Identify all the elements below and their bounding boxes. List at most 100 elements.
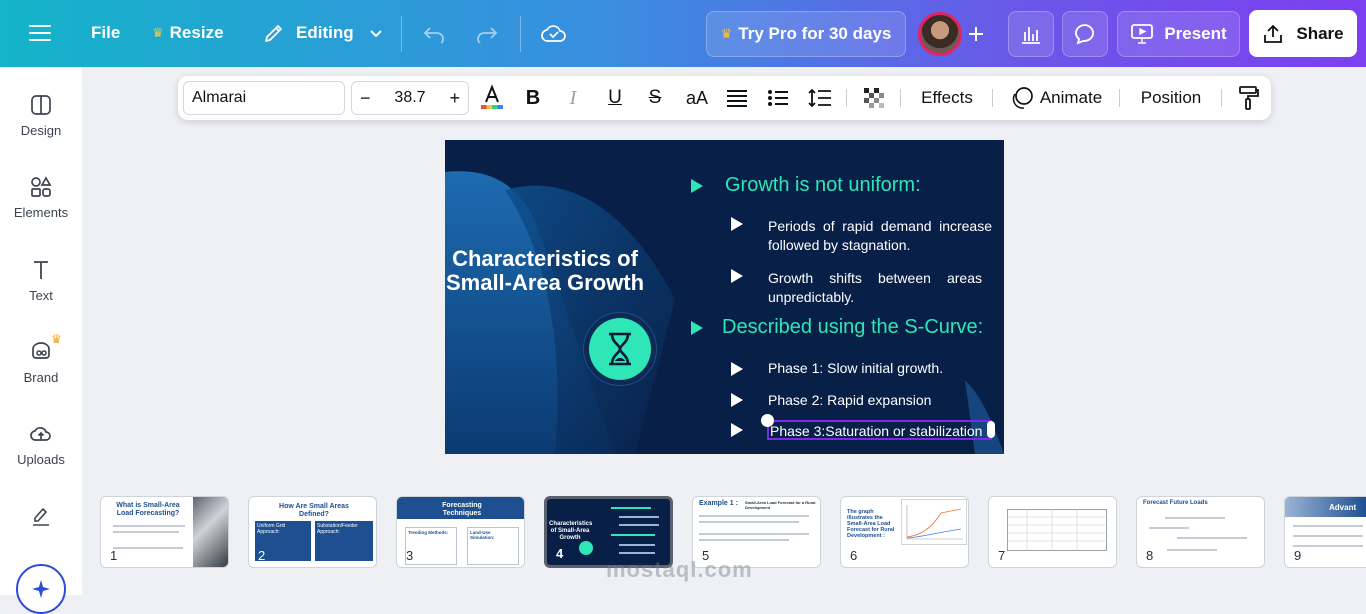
sidebar-item-design[interactable]: Design <box>0 93 82 138</box>
bar-chart-icon <box>1022 27 1040 44</box>
sidebar-item-brand[interactable]: ♛ Brand <box>0 332 82 385</box>
slide-title[interactable]: Characteristics of Small-Area Growth <box>445 247 645 295</box>
thumbnail-page-6[interactable]: The graph illustrates the Small-Area Loa… <box>840 496 969 568</box>
bold-button[interactable]: B <box>520 76 546 120</box>
bullet-text[interactable]: Growth shifts between areas unpredictabl… <box>768 269 982 307</box>
text-color-icon <box>481 84 503 109</box>
align-button[interactable] <box>725 76 749 120</box>
bullet-arrow-icon <box>731 362 743 376</box>
decrease-font-button[interactable]: − <box>360 88 371 109</box>
heading-bullet-icon <box>691 321 703 335</box>
shapes-icon <box>31 176 52 197</box>
hourglass-icon <box>609 332 631 366</box>
sidebar-item-text[interactable]: Text <box>0 258 82 303</box>
effects-button[interactable]: Effects <box>913 76 981 120</box>
bullet-list-icon <box>768 90 788 106</box>
letter-case-button[interactable]: aA <box>682 76 712 120</box>
watermark: mostaql.com <box>606 557 753 582</box>
bullet-arrow-icon <box>731 269 743 283</box>
text-color-button[interactable] <box>478 76 506 120</box>
present-icon <box>1131 24 1154 44</box>
share-button[interactable]: Share <box>1249 10 1357 57</box>
bullet-text[interactable]: Phase 3:Saturation or stabilization <box>770 423 982 439</box>
bullet-arrow-icon <box>731 393 743 407</box>
animate-icon <box>1012 87 1033 109</box>
hourglass-badge <box>583 312 657 386</box>
editing-mode-button[interactable]: Editing <box>262 10 384 56</box>
font-size-input[interactable]: 38.7 <box>394 89 425 107</box>
italic-button[interactable]: I <box>561 76 585 120</box>
crown-icon: ♛ <box>51 332 62 346</box>
align-justify-icon <box>727 90 747 107</box>
position-button[interactable]: Position <box>1133 76 1209 120</box>
thumbnail-page-7[interactable]: 7 <box>988 496 1117 568</box>
plus-icon <box>969 27 983 41</box>
thumbnail-page-2[interactable]: How Are Small Areas Defined? Uniform Gri… <box>248 496 377 568</box>
hamburger-icon <box>29 25 51 41</box>
try-pro-button[interactable]: ♛ Try Pro for 30 days <box>706 11 906 57</box>
page-thumbnails: What is Small-Area Load Forecasting? 1 H… <box>0 488 1366 595</box>
menu-button[interactable] <box>28 10 52 56</box>
avatar[interactable] <box>918 12 962 56</box>
text-icon <box>34 261 48 279</box>
undo-button[interactable] <box>422 10 446 56</box>
pencil-icon <box>265 25 282 42</box>
divider <box>1221 89 1222 107</box>
strikethrough-icon: S <box>648 87 662 108</box>
save-status-button[interactable] <box>540 10 568 56</box>
divider <box>1119 89 1120 107</box>
strikethrough-button[interactable]: S <box>642 76 668 120</box>
crown-icon: ♛ <box>720 26 733 41</box>
thumbnail-page-8[interactable]: Forecast Future Loads 8 <box>1136 496 1265 568</box>
line-spacing-icon <box>808 88 831 108</box>
resize-button[interactable]: ♛ Resize <box>152 10 224 56</box>
add-collaborator-button[interactable] <box>960 18 992 50</box>
transparency-icon <box>864 88 884 108</box>
increase-font-button[interactable]: + <box>449 88 460 109</box>
present-button[interactable]: Present <box>1117 11 1240 57</box>
thumbnail-table <box>1007 509 1107 551</box>
thumbnail-page-3[interactable]: Forecasting Techniques Trending Methods:… <box>396 496 525 568</box>
divider <box>401 16 402 52</box>
bullet-text[interactable]: Periods of rapid demand increase followe… <box>768 217 992 255</box>
thumbnail-page-1[interactable]: What is Small-Area Load Forecasting? 1 <box>100 496 229 568</box>
spacing-button[interactable] <box>807 76 833 120</box>
animate-button[interactable]: Animate <box>1006 76 1106 120</box>
thumbnail-chart <box>901 499 967 545</box>
insights-button[interactable] <box>1008 11 1054 57</box>
transparency-button[interactable] <box>861 76 887 120</box>
brand-icon <box>32 342 50 359</box>
font-size-control: − 38.7 + <box>351 81 469 115</box>
comment-icon <box>1075 24 1094 45</box>
italic-icon: I <box>569 86 577 109</box>
list-button[interactable] <box>766 76 790 120</box>
selected-text-box[interactable]: Phase 3:Saturation or stabilization <box>767 420 992 440</box>
comments-button[interactable] <box>1062 11 1108 57</box>
file-menu[interactable]: File <box>91 10 120 56</box>
copy-style-button[interactable] <box>1235 76 1261 120</box>
thumbnail-page-9[interactable]: Advant 9 <box>1284 496 1366 568</box>
underline-icon: U <box>608 87 622 108</box>
sidebar-item-elements[interactable]: Elements <box>0 175 82 220</box>
divider <box>520 16 521 52</box>
rotate-handle[interactable] <box>761 414 774 427</box>
crown-icon: ♛ <box>152 25 164 40</box>
font-family-select[interactable]: Almarai <box>183 81 345 115</box>
bullet-text[interactable]: Phase 1: Slow initial growth. <box>768 360 943 376</box>
sidebar-item-uploads[interactable]: Uploads <box>0 422 82 467</box>
bullet-text[interactable]: Phase 2: Rapid expansion <box>768 392 931 408</box>
redo-button[interactable] <box>475 10 499 56</box>
layout-icon <box>31 95 51 115</box>
resize-handle[interactable] <box>987 421 995 438</box>
underline-button[interactable]: U <box>602 76 628 120</box>
heading-growth[interactable]: Growth is not uniform: <box>725 174 921 197</box>
undo-icon <box>423 27 444 43</box>
slide-canvas[interactable]: Characteristics of Small-Area Growth Gro… <box>445 140 1004 454</box>
redo-icon <box>477 27 498 43</box>
cloud-upload-icon <box>30 427 51 441</box>
heading-s-curve[interactable]: Described using the S-Curve: <box>722 316 983 339</box>
divider <box>900 89 901 107</box>
divider <box>846 89 847 107</box>
share-icon <box>1264 24 1283 43</box>
chevron-down-icon <box>369 30 382 38</box>
